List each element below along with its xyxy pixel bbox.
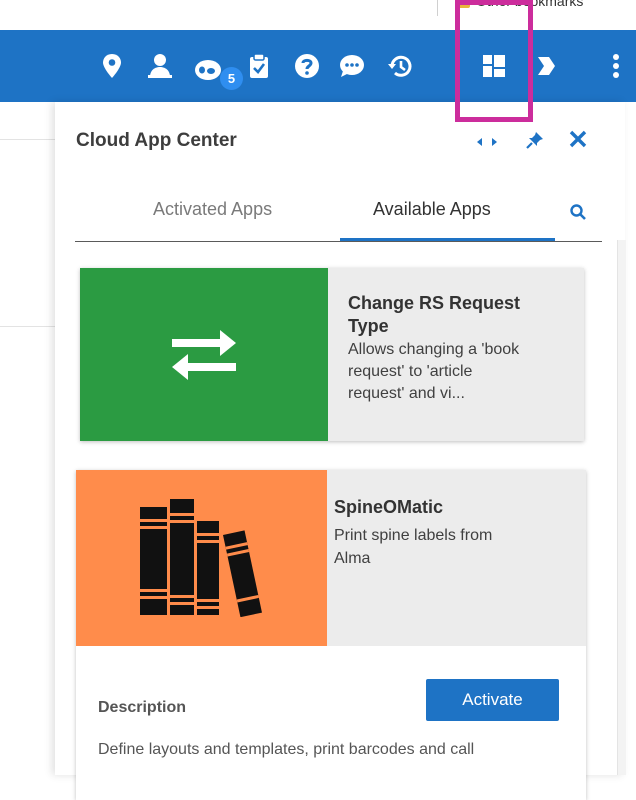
chat-button[interactable] xyxy=(332,46,372,86)
close-icon xyxy=(569,130,587,148)
app-title: Change RS Request xyxy=(348,293,521,313)
app-description: request' and vi... xyxy=(348,385,465,402)
more-vert-icon xyxy=(613,54,619,78)
app-description: Print spine labels from xyxy=(334,527,493,544)
search-button[interactable] xyxy=(567,201,589,223)
history-icon xyxy=(388,55,412,77)
active-tab-indicator xyxy=(340,238,555,241)
app-description: Alma xyxy=(334,550,371,567)
activate-button[interactable]: Activate xyxy=(426,679,559,721)
app-card-change-rs-request-type[interactable]: Change RS Request Type Allows changing a… xyxy=(80,268,584,441)
books-icon xyxy=(139,499,262,617)
app-title: SpineOMatic xyxy=(334,497,444,517)
location-button[interactable] xyxy=(92,46,132,86)
scrollbar[interactable] xyxy=(617,240,626,775)
location-icon xyxy=(103,54,121,78)
app-description: Allows changing a 'book xyxy=(348,341,520,358)
bookmark-separator xyxy=(437,0,438,16)
app-thumbnail xyxy=(76,470,327,646)
divider xyxy=(0,326,55,327)
chat-icon xyxy=(340,55,364,77)
clipboard-button[interactable] xyxy=(239,46,279,86)
history-button[interactable] xyxy=(380,46,420,86)
app-info: SpineOMatic Print spine labels from Alma xyxy=(327,470,586,646)
user-icon xyxy=(148,54,172,78)
pin-button[interactable] xyxy=(526,46,566,86)
swap-arrows-icon xyxy=(172,329,236,380)
apps-grid-icon xyxy=(483,55,505,77)
expand-width-button[interactable] xyxy=(475,131,499,153)
divider xyxy=(0,139,55,140)
pin-panel-button[interactable] xyxy=(523,128,547,152)
help-button[interactable] xyxy=(287,46,327,86)
description-label: Description xyxy=(98,699,187,716)
app-thumbnail xyxy=(80,268,328,441)
help-icon xyxy=(295,54,319,78)
pin-icon xyxy=(538,57,555,75)
search-icon xyxy=(570,204,586,220)
tab-activated-apps[interactable]: Activated Apps xyxy=(153,199,272,220)
panel-title: Cloud App Center xyxy=(76,130,237,151)
app-info: Change RS Request Type Allows changing a… xyxy=(328,268,584,441)
top-toolbar: 5 xyxy=(0,30,636,102)
app-description: request' to 'article xyxy=(348,363,473,380)
clipboard-icon xyxy=(250,53,268,78)
cloud-app-center-panel: Cloud App Center Activated Apps Availabl… xyxy=(55,102,626,800)
user-button[interactable] xyxy=(140,46,180,86)
other-bookmarks-link[interactable]: Other bookmarks xyxy=(476,0,583,9)
tab-available-apps[interactable]: Available Apps xyxy=(373,199,491,220)
close-panel-button[interactable] xyxy=(565,126,591,152)
more-menu-button[interactable] xyxy=(596,46,636,86)
background-page xyxy=(0,102,55,775)
browser-bookmarks-bar: Other bookmarks xyxy=(0,0,636,30)
pushpin-icon xyxy=(526,132,543,149)
app-title: Type xyxy=(348,316,389,336)
apps-button[interactable] xyxy=(474,46,514,86)
folder-icon xyxy=(457,0,470,8)
tabs-divider xyxy=(75,241,602,242)
app-long-description: Define layouts and templates, print barc… xyxy=(98,741,475,758)
expand-horizontal-icon xyxy=(477,138,497,146)
app-card-spineomatic[interactable]: SpineOMatic Print spine labels from Alma… xyxy=(76,470,586,800)
